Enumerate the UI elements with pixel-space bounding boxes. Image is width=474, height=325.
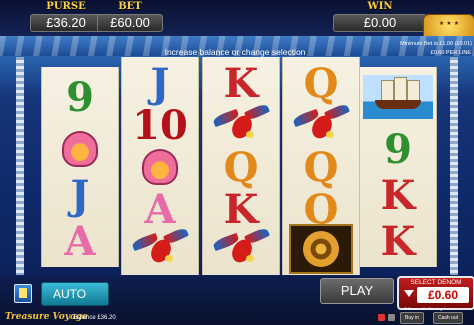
- parrot-icon: [212, 102, 270, 143]
- reel-1: 9 J A: [41, 67, 119, 267]
- symbol-a: A: [64, 217, 96, 265]
- sound-icon[interactable]: [388, 314, 395, 321]
- symbol-j: J: [70, 171, 90, 219]
- denom-value: £0.60: [417, 287, 469, 303]
- slot-game: PURSE £36.20 BET £60.00 WIN £0.00 ★ ★ ★ …: [0, 0, 474, 325]
- jackpot-logo-text: ★ ★ ★: [438, 20, 460, 27]
- reel-5: 9 K K: [359, 67, 437, 267]
- right-payline-strip: [450, 57, 458, 275]
- purse-value: £36.20: [30, 14, 102, 32]
- symbol-parrot: [122, 223, 198, 275]
- shell-icon: [62, 131, 98, 167]
- symbol-k: K: [380, 217, 416, 265]
- help-message: Increase balance or change selection: [164, 47, 306, 57]
- purse-meter: PURSE £36.20: [30, 2, 102, 32]
- purse-label: PURSE: [46, 1, 86, 12]
- win-meter: WIN £0.00: [333, 2, 427, 32]
- left-payline-strip: [16, 57, 24, 275]
- reel-4: Q Q Q: [282, 57, 360, 275]
- per-line-text: £0.60 PER LINE: [430, 50, 471, 56]
- parrot-icon: [212, 226, 270, 267]
- symbol-9: 9: [66, 73, 94, 121]
- copyright-text: © Novomatic Gaming, Inc.: [404, 306, 451, 311]
- flag-icon[interactable]: [378, 314, 385, 321]
- buy-in-button[interactable]: Buy in: [400, 312, 424, 324]
- win-value: £0.00: [333, 14, 427, 32]
- parrot-icon: [292, 102, 350, 143]
- ship-icon: [363, 75, 433, 119]
- shell-icon: [142, 149, 178, 185]
- symbol-parrot: [203, 223, 279, 275]
- cash-out-button[interactable]: Cash out: [433, 312, 464, 324]
- auto-button[interactable]: AUTO: [41, 282, 109, 306]
- win-label: WIN: [367, 1, 393, 12]
- bet-meter: BET £60.00: [97, 2, 163, 32]
- select-denom-label: SELECT DENOM: [410, 279, 462, 286]
- reel-2: J 10 A: [121, 57, 199, 275]
- symbol-shell: [42, 123, 118, 175]
- compass-icon: [289, 224, 353, 274]
- bet-label: BET: [118, 1, 142, 12]
- parrot-icon: [131, 226, 189, 267]
- symbol-ship: [360, 71, 436, 123]
- symbol-compass: [283, 223, 359, 275]
- bet-value: £60.00: [97, 14, 163, 32]
- min-bet-text: Minimum Bet is £1.00 (£0.01): [400, 41, 472, 47]
- reel-3: K Q K: [202, 57, 280, 275]
- balance-text: Balance £36.20: [74, 315, 116, 321]
- symbol-k: K: [380, 171, 416, 219]
- play-button[interactable]: PLAY: [320, 278, 394, 304]
- select-denom-button[interactable]: SELECT DENOM £0.60: [397, 276, 474, 310]
- paytable-book-icon[interactable]: [14, 284, 32, 303]
- chevron-down-icon: [404, 290, 414, 297]
- reel-frame: 9 J A J 10 A K Q K Q Q Q 9 K K: [38, 57, 437, 275]
- symbol-9: 9: [384, 125, 412, 173]
